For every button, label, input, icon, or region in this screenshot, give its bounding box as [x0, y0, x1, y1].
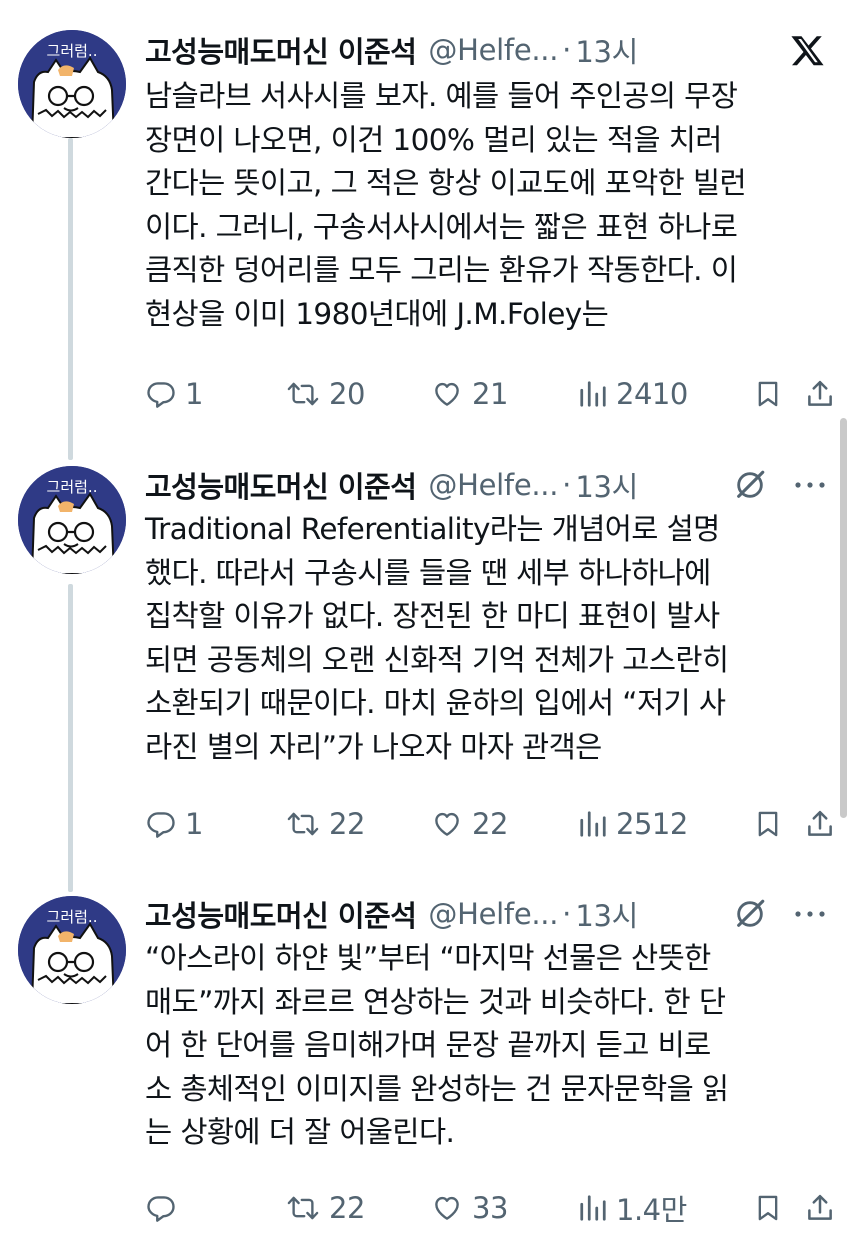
tweet-actions: 1 22 22 2512: [145, 802, 835, 846]
grok-icon[interactable]: [728, 890, 772, 938]
scrollbar[interactable]: [840, 418, 847, 818]
bookmark-icon: [758, 811, 778, 837]
bookmark-button[interactable]: [738, 379, 798, 409]
reply-icon: [147, 1196, 175, 1222]
bookmark-button[interactable]: [738, 1193, 798, 1223]
user-handle[interactable]: @Helfe...: [428, 897, 558, 931]
avatar-caption: 그러럼..: [47, 478, 98, 496]
more-options-icon[interactable]: [790, 461, 830, 509]
bookmark-button[interactable]: [738, 809, 798, 839]
analytics-icon: [580, 1195, 606, 1221]
reply-button[interactable]: [145, 1193, 285, 1223]
tweet-text: 남슬라브 서사시를 보자. 예를 들어 주인공의 무장 장면이 나오면, 이건 …: [145, 79, 747, 331]
like-count: 21: [472, 377, 508, 411]
retweet-count: 22: [329, 807, 365, 841]
bookmark-icon: [758, 381, 778, 407]
reply-icon: [147, 382, 175, 408]
share-icon: [808, 1194, 832, 1220]
like-button[interactable]: 22: [430, 807, 578, 841]
heart-icon: [435, 382, 459, 406]
display-name[interactable]: 고성능매도머신 이준석: [145, 29, 417, 71]
tweet-header: 고성능매도머신 이준석 @Helfe... · 13시: [145, 890, 830, 938]
analytics-icon: [580, 381, 606, 407]
retweet-button[interactable]: 22: [285, 1191, 430, 1225]
x-logo-icon: [786, 26, 830, 74]
views-button[interactable]: 2512: [578, 807, 738, 841]
views-count: 2512: [616, 807, 688, 841]
tweet-actions: 1 20 21 2410: [145, 372, 835, 416]
reply-button[interactable]: 1: [145, 377, 285, 411]
timestamp[interactable]: 13시: [575, 893, 638, 935]
user-handle[interactable]: @Helfe...: [428, 33, 558, 67]
user-handle[interactable]: @Helfe...: [428, 468, 558, 502]
tweet-header: 고성능매도머신 이준석 @Helfe... · 13시: [145, 461, 830, 509]
separator-dot: ·: [562, 897, 572, 931]
like-button[interactable]: 33: [430, 1191, 578, 1225]
share-icon: [808, 380, 832, 406]
thread-connector-line: [68, 138, 73, 460]
avatar-caption: 그러럼..: [47, 42, 98, 60]
retweet-icon: [287, 382, 319, 406]
avatar[interactable]: 그러럼..: [18, 896, 126, 1004]
tweet-actions: 22 33 1.4만: [145, 1186, 835, 1230]
reply-button[interactable]: 1: [145, 807, 285, 841]
retweet-button[interactable]: 20: [285, 377, 430, 411]
like-button[interactable]: 21: [430, 377, 578, 411]
heart-icon: [435, 812, 459, 836]
share-button[interactable]: [798, 1193, 835, 1223]
timestamp[interactable]: 13시: [575, 464, 638, 506]
retweet-count: 22: [329, 1191, 365, 1225]
cat-avatar-illustration: 그러럼..: [18, 466, 126, 574]
share-button[interactable]: [798, 809, 835, 839]
like-count: 33: [472, 1191, 508, 1225]
display-name[interactable]: 고성능매도머신 이준석: [145, 464, 417, 506]
share-button[interactable]: [798, 379, 835, 409]
heart-icon: [435, 1196, 459, 1220]
bookmark-icon: [758, 1195, 778, 1221]
reply-count: 1: [185, 377, 203, 411]
thread: 그러럼.. 고성능매도머신 이준석 @Helfe... · 13시 남슬라브 서…: [0, 0, 850, 1257]
share-icon: [808, 810, 832, 836]
cat-avatar-illustration: 그러럼..: [18, 896, 126, 1004]
separator-dot: ·: [562, 468, 572, 502]
tweet-text: “아스라이 하얀 빛”부터 “마지막 선물은 산뜻한 매도”까지 좌르르 연상하…: [145, 941, 729, 1149]
avatar[interactable]: 그러럼..: [18, 466, 126, 574]
cat-avatar-illustration: 그러럼..: [18, 30, 126, 138]
display-name[interactable]: 고성능매도머신 이준석: [145, 893, 417, 935]
retweet-icon: [287, 812, 319, 836]
views-count: 2410: [616, 377, 688, 411]
like-count: 22: [472, 807, 508, 841]
tweet-header: 고성능매도머신 이준석 @Helfe... · 13시: [145, 26, 830, 74]
retweet-icon: [287, 1196, 319, 1220]
avatar[interactable]: 그러럼..: [18, 30, 126, 138]
grok-icon[interactable]: [728, 461, 772, 509]
analytics-icon: [580, 811, 606, 837]
thread-connector-line: [68, 584, 73, 892]
more-options-icon[interactable]: [790, 890, 830, 938]
retweet-button[interactable]: 22: [285, 807, 430, 841]
timestamp[interactable]: 13시: [575, 29, 638, 71]
reply-count: 1: [185, 807, 203, 841]
tweet-text: Traditional Referentiality라는 개념어로 설명 했다.…: [145, 512, 729, 764]
reply-icon: [147, 812, 175, 838]
retweet-count: 20: [329, 377, 365, 411]
views-button[interactable]: 2410: [578, 377, 738, 411]
views-count: 1.4만: [616, 1193, 687, 1227]
views-button[interactable]: 1.4만: [578, 1187, 738, 1229]
separator-dot: ·: [562, 33, 572, 67]
avatar-caption: 그러럼..: [47, 908, 98, 926]
